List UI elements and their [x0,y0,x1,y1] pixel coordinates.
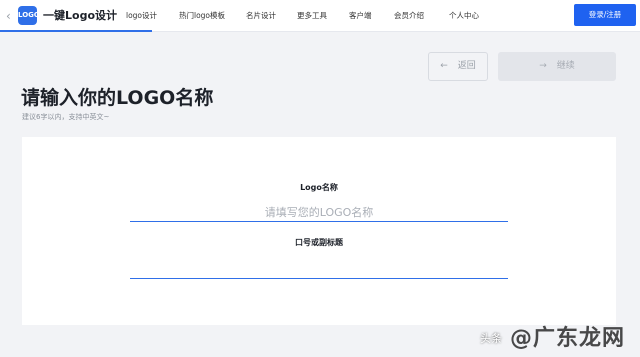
back-button[interactable]: ← 返回 [428,52,488,81]
arrow-left-icon: ← [440,61,448,71]
main-nav: logo设计 热门logo模板 名片设计 更多工具 客户端 会员介绍 个人中心 [0,9,640,23]
nav-item-card-design[interactable]: 名片设计 [246,9,276,23]
slogan-input[interactable] [130,261,508,279]
arrow-right-icon: → [539,61,547,71]
nav-item-client[interactable]: 客户端 [349,9,372,23]
nav-item-logo-design[interactable]: logo设计 [126,9,157,23]
back-button-label: 返回 [457,61,476,71]
top-navigation-bar: ‹ LOGO 一键Logo设计 logo设计 热门logo模板 名片设计 更多工… [0,0,640,32]
watermark-prefix: 头条 [480,332,502,345]
active-indicator [0,30,152,32]
nav-item-user-center[interactable]: 个人中心 [449,9,479,23]
logo-name-label: Logo名称 [300,183,338,192]
page-title: 请输入你的LOGO名称 [21,87,214,109]
continue-button-label: 继续 [556,61,575,71]
logo-name-input[interactable] [130,204,508,222]
nav-item-hot-templates[interactable]: 热门logo模板 [179,9,225,23]
nav-item-more-tools[interactable]: 更多工具 [297,9,327,23]
watermark-main: @广东龙网 [510,326,626,351]
watermark: 头条 @广东龙网 [480,320,630,351]
logo-name-form: Logo名称 口号或副标题 [22,137,616,325]
continue-button[interactable]: → 继续 [498,52,616,81]
slogan-label: 口号或副标题 [295,238,343,247]
login-button[interactable]: 登录/注册 [574,4,636,26]
nav-item-membership[interactable]: 会员介绍 [394,9,424,23]
page-subtitle: 建议6字以内，支持中英文~ [22,113,110,121]
